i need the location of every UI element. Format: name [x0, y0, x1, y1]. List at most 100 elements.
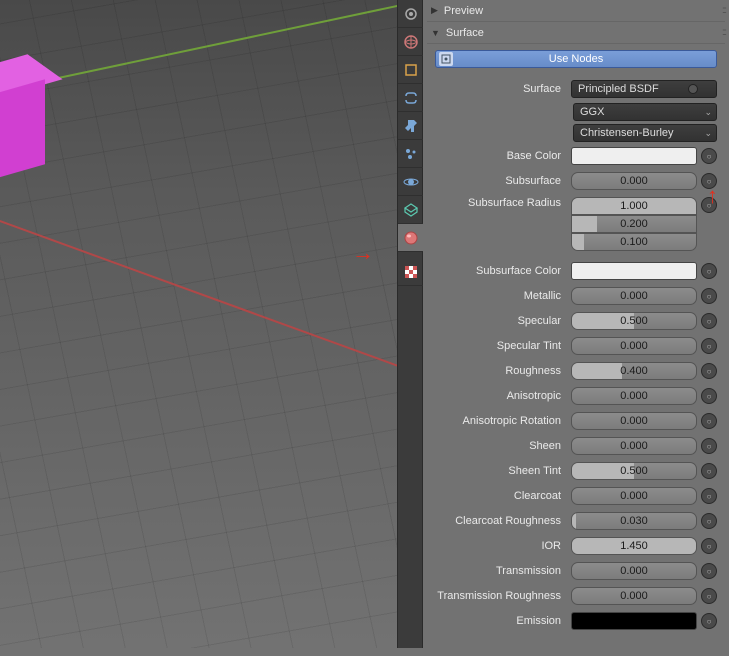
metallic-field[interactable]: 0.000 [571, 287, 697, 305]
subsurface-radius-vector: 1.000 0.200 0.100 [571, 197, 697, 251]
transmission-label: Transmission [427, 565, 567, 577]
ior-row: IOR 1.450 ○ [427, 535, 717, 557]
ior-node-dot[interactable]: ○ [701, 538, 717, 554]
sss-radius-y[interactable]: 0.200 [571, 215, 697, 233]
specular_tint-label: Specular Tint [427, 340, 567, 352]
emission-label: Emission [427, 615, 567, 627]
surface-panel-header[interactable]: ▼ Surface :::: [427, 22, 725, 44]
anisotropic-row: Anisotropic 0.000 ○ [427, 385, 717, 407]
base-color-swatch[interactable] [571, 147, 697, 165]
preview-panel-header[interactable]: ▶ Preview :::: [427, 0, 725, 22]
anisotropic-field[interactable]: 0.000 [571, 387, 697, 405]
annotation-arrow-up: → [696, 186, 722, 208]
roughness-row: Roughness 0.400 ○ [427, 360, 717, 382]
particles-tab-icon[interactable] [398, 140, 424, 168]
subsurface-row: Subsurface 0.000 ○ [427, 170, 717, 192]
metallic-label: Metallic [427, 290, 567, 302]
anisotropic-node-dot[interactable]: ○ [701, 388, 717, 404]
base-color-label: Base Color [427, 150, 567, 162]
sheen_tint-field[interactable]: 0.500 [571, 462, 697, 480]
transmission_roughness-field[interactable]: 0.000 [571, 587, 697, 605]
subsurface-color-node-dot[interactable]: ○ [701, 263, 717, 279]
subsurface-field[interactable]: 0.000 [571, 172, 697, 190]
specular-tint-row: Specular Tint 0.000 ○ [427, 335, 717, 357]
clearcoat_roughness-node-dot[interactable]: ○ [701, 513, 717, 529]
properties-tab-strip [397, 0, 423, 648]
sss-method-dropdown[interactable]: Christensen-Burley ⌄ [573, 124, 717, 142]
specular-field[interactable]: 0.500 [571, 312, 697, 330]
sheen_tint-label: Sheen Tint [427, 465, 567, 477]
transmission_roughness-node-dot[interactable]: ○ [701, 588, 717, 604]
use-nodes-button[interactable]: Use Nodes [435, 50, 717, 68]
constraints-tab-icon[interactable] [398, 84, 424, 112]
specular-node-dot[interactable]: ○ [701, 313, 717, 329]
material-tab-icon[interactable] [398, 224, 424, 252]
sheen_tint-node-dot[interactable]: ○ [701, 463, 717, 479]
subsurface-radius-label: Subsurface Radius [427, 197, 567, 209]
emission-node-dot[interactable]: ○ [701, 613, 717, 629]
drag-grip-icon[interactable]: :::: [722, 27, 725, 38]
object-tab-icon[interactable] [398, 56, 424, 84]
modifiers-tab-icon[interactable] [398, 112, 424, 140]
metallic-node-dot[interactable]: ○ [701, 288, 717, 304]
render-tab-icon[interactable] [398, 0, 424, 28]
grid-floor [0, 0, 397, 648]
surface-shader-row: Surface Principled BSDF [427, 78, 717, 100]
anisotropic_rotation-node-dot[interactable]: ○ [701, 413, 717, 429]
collapse-icon: ▶ [431, 5, 438, 16]
texture-tab-icon[interactable] [398, 258, 424, 286]
node-pin-icon [439, 52, 453, 66]
chevron-down-icon: ⌄ [704, 107, 712, 118]
world-tab-icon[interactable] [398, 28, 424, 56]
subsurface-color-swatch[interactable] [571, 262, 697, 280]
subsurface-color-label: Subsurface Color [427, 265, 567, 277]
sheen-row: Sheen 0.000 ○ [427, 435, 717, 457]
preview-label: Preview [444, 5, 483, 17]
sheen-tint-row: Sheen Tint 0.500 ○ [427, 460, 717, 482]
transmission_roughness-label: Transmission Roughness [427, 590, 567, 602]
ior-field[interactable]: 1.450 [571, 537, 697, 555]
viewport-3d[interactable]: → [0, 0, 397, 648]
surface-shader-label: Surface [427, 83, 567, 95]
clearcoat-label: Clearcoat [427, 490, 567, 502]
clearcoat-field[interactable]: 0.000 [571, 487, 697, 505]
transmission-node-dot[interactable]: ○ [701, 563, 717, 579]
specular-label: Specular [427, 315, 567, 327]
roughness-field[interactable]: 0.400 [571, 362, 697, 380]
clearcoat_roughness-field[interactable]: 0.030 [571, 512, 697, 530]
physics-tab-icon[interactable] [398, 168, 424, 196]
drag-grip-icon[interactable]: :::: [722, 5, 725, 16]
sss-radius-x[interactable]: 1.000 [571, 197, 697, 215]
anisotropic_rotation-field[interactable]: 0.000 [571, 412, 697, 430]
expand-icon: ▼ [431, 28, 440, 38]
subsurface-color-row: Subsurface Color ○ [427, 260, 717, 282]
material-properties-panel: ▶ Preview :::: ▼ Surface :::: Use Nodes … [423, 0, 729, 648]
specular_tint-field[interactable]: 0.000 [571, 337, 697, 355]
anisotropic-label: Anisotropic [427, 390, 567, 402]
chevron-down-icon: ⌄ [704, 128, 712, 139]
base-color-row: Base Color ○ [427, 145, 717, 167]
sheen-node-dot[interactable]: ○ [701, 438, 717, 454]
use-nodes-label: Use Nodes [549, 53, 603, 65]
sheen-label: Sheen [427, 440, 567, 452]
subsurface-label: Subsurface [427, 175, 567, 187]
surface-shader-dropdown[interactable]: Principled BSDF [571, 80, 717, 98]
base-color-node-dot[interactable]: ○ [701, 148, 717, 164]
anisotropic-rotation-row: Anisotropic Rotation 0.000 ○ [427, 410, 717, 432]
data-tab-icon[interactable] [398, 196, 424, 224]
roughness-label: Roughness [427, 365, 567, 377]
emission-swatch[interactable] [571, 612, 697, 630]
node-link-dot[interactable] [688, 84, 698, 94]
transmission-field[interactable]: 0.000 [571, 562, 697, 580]
annotation-arrow-right: → [352, 240, 374, 266]
clearcoat-node-dot[interactable]: ○ [701, 488, 717, 504]
transmission-roughness-row: Transmission Roughness 0.000 ○ [427, 585, 717, 607]
subsurface-radius-row: Subsurface Radius 1.000 0.200 0.100 ○ [427, 195, 717, 257]
specular_tint-node-dot[interactable]: ○ [701, 338, 717, 354]
clearcoat-roughness-row: Clearcoat Roughness 0.030 ○ [427, 510, 717, 532]
anisotropic_rotation-label: Anisotropic Rotation [427, 415, 567, 427]
sheen-field[interactable]: 0.000 [571, 437, 697, 455]
roughness-node-dot[interactable]: ○ [701, 363, 717, 379]
distribution-dropdown[interactable]: GGX ⌄ [573, 103, 717, 121]
sss-radius-z[interactable]: 0.100 [571, 233, 697, 251]
